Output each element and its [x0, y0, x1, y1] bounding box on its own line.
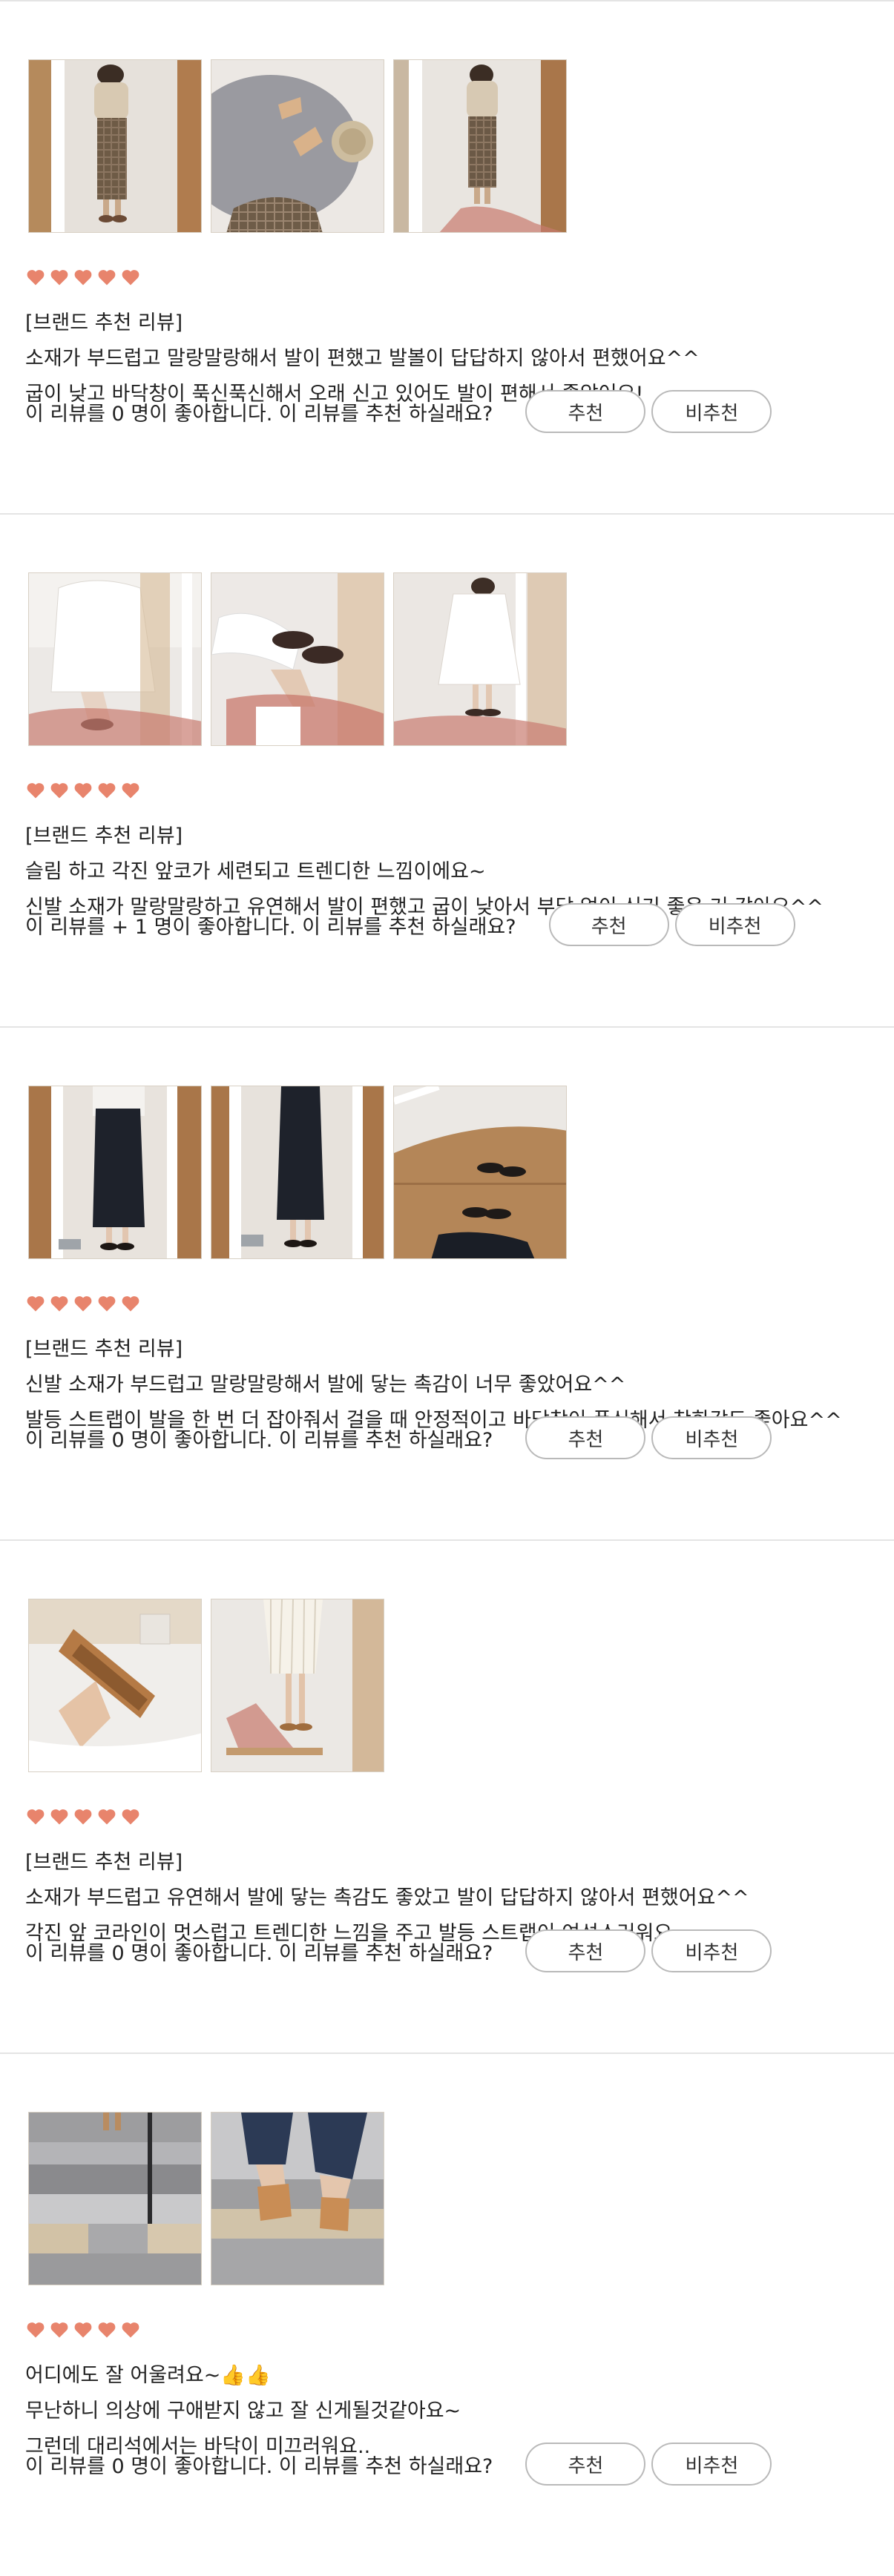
rating-hearts	[25, 2319, 141, 2340]
heart-icon	[122, 270, 139, 285]
recommend-question: 이 리뷰를 0 명이 좋아합니다. 이 리뷰를 추천 하실래요?	[25, 1428, 493, 1452]
review-item: 어디에도 잘 어울려요~👍👍 무난하니 의상에 구애받지 않고 잘 신게될것같아…	[0, 2054, 894, 2560]
recommend-row: 이 리뷰를 0 명이 좋아합니다. 이 리뷰를 추천 하실래요? 추천 비추천	[25, 390, 772, 433]
heart-icon	[50, 1296, 68, 1312]
heart-icon	[122, 2322, 139, 2338]
recommend-question: 이 리뷰를 0 명이 좋아합니다. 이 리뷰를 추천 하실래요?	[25, 1941, 493, 1965]
recommend-question: 이 리뷰를 0 명이 좋아합니다. 이 리뷰를 추천 하실래요?	[25, 2454, 493, 2478]
review-photos	[28, 59, 567, 233]
heart-icon	[27, 1809, 45, 1825]
review-item: [브랜드 추천 리뷰] 슬림 하고 각진 앞코가 세련되고 트렌디한 느낌이에요…	[0, 515, 894, 1028]
review-photo-black-dress-2[interactable]	[211, 1086, 384, 1259]
review-photo-mirror-skirt[interactable]	[28, 59, 202, 233]
heart-icon	[98, 1296, 116, 1312]
review-line: 신발 소재가 부드럽고 말랑말랑해서 발에 닿는 촉감이 너무 좋았어요^^	[25, 1373, 626, 1396]
rating-hearts	[25, 1293, 141, 1314]
heart-icon	[122, 1296, 139, 1312]
heart-icon	[74, 783, 92, 799]
recommend-row: 이 리뷰를 + 1 명이 좋아합니다. 이 리뷰를 추천 하실래요? 추천 비추…	[25, 903, 795, 946]
heart-icon	[27, 270, 45, 285]
recommend-row: 이 리뷰를 0 명이 좋아합니다. 이 리뷰를 추천 하실래요? 추천 비추천	[25, 1416, 772, 1459]
review-tag: [브랜드 추천 리뷰]	[25, 311, 183, 334]
not-recommend-button[interactable]: 비추천	[651, 1929, 772, 1972]
review-photo-black-dress[interactable]	[28, 1086, 202, 1259]
review-line: 무난하니 의상에 구애받지 않고 잘 신게될것같아요~	[25, 2400, 461, 2423]
review-photo-mirror-skirt-2[interactable]	[393, 59, 567, 233]
review-photo-shoes-floor[interactable]	[393, 1086, 567, 1259]
review-item: [브랜드 추천 리뷰] 신발 소재가 부드럽고 말랑말랑해서 발에 닿는 촉감이…	[0, 1028, 894, 1541]
heart-icon	[98, 783, 116, 799]
rating-hearts	[25, 1806, 141, 1827]
heart-icon	[74, 1296, 92, 1312]
review-photo-shoes-closeup[interactable]	[211, 572, 384, 746]
review-line: 슬림 하고 각진 앞코가 세련되고 트렌디한 느낌이에요~	[25, 860, 486, 883]
not-recommend-button[interactable]: 비추천	[651, 1416, 772, 1459]
review-photo-white-dress-sitting[interactable]	[28, 572, 202, 746]
heart-icon	[98, 1809, 116, 1825]
review-photos	[28, 1086, 567, 1259]
heart-icon	[98, 2322, 116, 2338]
heart-icon	[27, 2322, 45, 2338]
review-photos	[28, 2112, 384, 2285]
review-photos	[28, 572, 567, 746]
recommend-button[interactable]: 추천	[525, 1416, 646, 1459]
review-list: [브랜드 추천 리뷰] 소재가 부드럽고 말랑말랑해서 발이 편했고 발볼이 답…	[0, 0, 894, 2576]
heart-icon	[50, 2322, 68, 2338]
recommend-row: 이 리뷰를 0 명이 좋아합니다. 이 리뷰를 추천 하실래요? 추천 비추천	[25, 2443, 772, 2486]
recommend-button[interactable]: 추천	[525, 1929, 646, 1972]
rating-hearts	[25, 780, 141, 801]
review-line: 소재가 부드럽고 말랑말랑해서 발이 편했고 발볼이 답답하지 않아서 편했어요…	[25, 347, 700, 370]
review-line: 소재가 부드럽고 유연해서 발에 닿는 촉감도 좋았고 발이 답답하지 않아서 …	[25, 1886, 749, 1909]
review-tag: [브랜드 추천 리뷰]	[25, 1851, 183, 1874]
heart-icon	[122, 783, 139, 799]
recommend-row: 이 리뷰를 0 명이 좋아합니다. 이 리뷰를 추천 하실래요? 추천 비추천	[25, 1929, 772, 1972]
not-recommend-button[interactable]: 비추천	[651, 2443, 772, 2486]
review-photo-jeans-shoes[interactable]	[211, 2112, 384, 2285]
review-line: 어디에도 잘 어울려요~👍👍	[25, 2364, 271, 2387]
recommend-button[interactable]: 추천	[525, 2443, 646, 2486]
review-photo-tile-floor[interactable]	[28, 2112, 202, 2285]
not-recommend-button[interactable]: 비추천	[674, 903, 795, 946]
review-tag: [브랜드 추천 리뷰]	[25, 1338, 183, 1361]
heart-icon	[50, 1809, 68, 1825]
heart-icon	[27, 783, 45, 799]
recommend-question: 이 리뷰를 0 명이 좋아합니다. 이 리뷰를 추천 하실래요?	[25, 402, 493, 426]
heart-icon	[74, 1809, 92, 1825]
rating-hearts	[25, 267, 141, 288]
heart-icon	[27, 1296, 45, 1312]
heart-icon	[122, 1809, 139, 1825]
review-photo-white-dress-2[interactable]	[393, 572, 567, 746]
heart-icon	[74, 2322, 92, 2338]
review-photos	[28, 1599, 384, 1772]
heart-icon	[98, 270, 116, 285]
not-recommend-button[interactable]: 비추천	[651, 390, 772, 433]
recommend-button[interactable]: 추천	[548, 903, 669, 946]
review-tag: [브랜드 추천 리뷰]	[25, 825, 183, 848]
heart-icon	[50, 270, 68, 285]
review-item: [브랜드 추천 리뷰] 소재가 부드럽고 말랑말랑해서 발이 편했고 발볼이 답…	[0, 1, 894, 515]
heart-icon	[74, 270, 92, 285]
recommend-question: 이 리뷰를 + 1 명이 좋아합니다. 이 리뷰를 추천 하실래요?	[25, 915, 516, 939]
heart-icon	[50, 783, 68, 799]
review-photo-shoes-rug[interactable]	[211, 59, 384, 233]
recommend-button[interactable]: 추천	[525, 390, 646, 433]
review-photo-shoe-in-hand[interactable]	[28, 1599, 202, 1772]
review-item: [브랜드 추천 리뷰] 소재가 부드럽고 유연해서 발에 닿는 촉감도 좋았고 …	[0, 1541, 894, 2054]
review-photo-pleated-skirt[interactable]	[211, 1599, 384, 1772]
